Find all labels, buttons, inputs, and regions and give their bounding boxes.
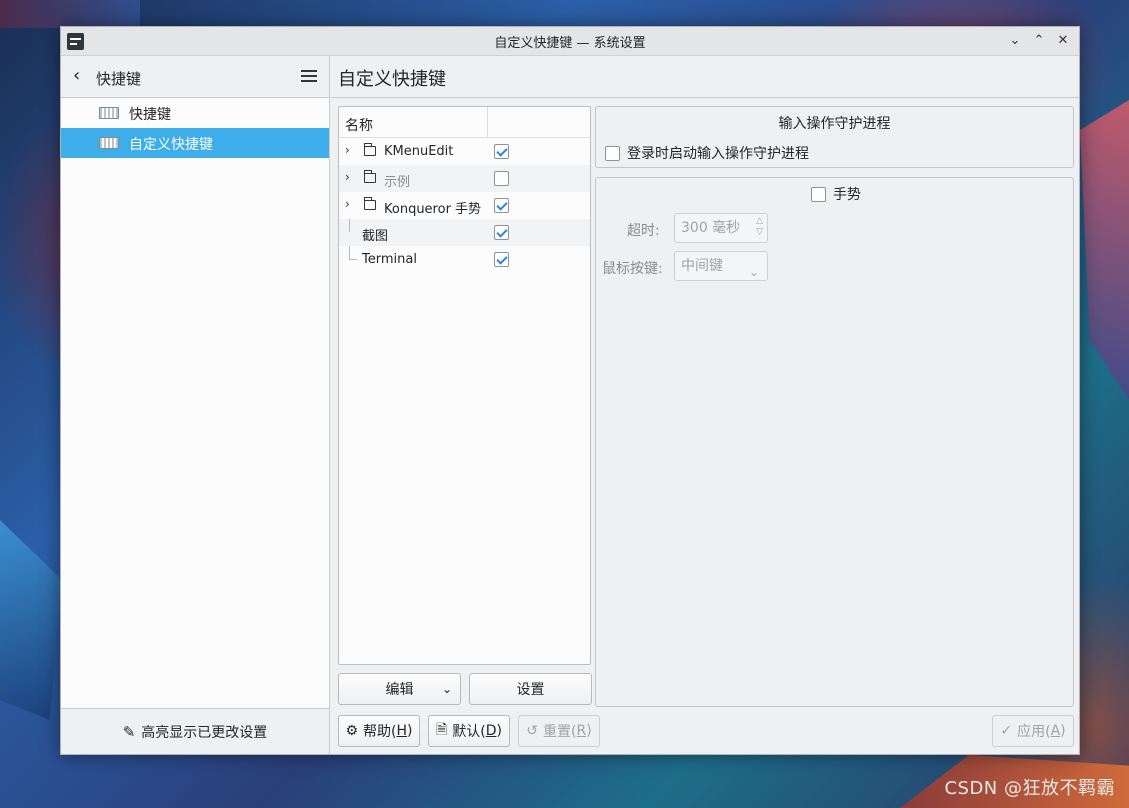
chevron-down-icon: ⌄ [441,682,452,696]
wallpaper-shape [0,520,62,720]
settings-button[interactable]: 设置 [469,673,592,705]
wallpaper-shape [1080,100,1129,400]
help-icon: ⚙ [345,723,359,739]
defaults-label: 默认( [452,724,486,740]
mouse-button-label: 鼠标按键: [602,261,663,277]
checkbox-box[interactable] [605,145,620,161]
tree-branch-line [349,246,350,259]
sidebar-item-shortcuts[interactable]: 快捷键 [61,98,329,128]
edit-button-label: 编辑 [385,682,414,698]
tree-row-kmenuedit[interactable]: › KMenuEdit [339,138,590,165]
tree-row-label: 示例 [384,175,411,190]
tree-row-label: Terminal [362,252,417,267]
input-daemon-group: 输入操作守护进程 登录时启动输入操作守护进程 [595,106,1074,168]
gestures-group: 手势 超时: 300 毫秒 △ ▽ 鼠标按键: 中间键 ⌄ [595,177,1074,707]
enable-checkbox[interactable] [494,252,509,267]
document-icon: 🗎 [436,722,448,738]
system-settings-window: 自定义快捷键 — 系统设置 ⌄ ⌃ ✕ ‹ 快捷键 快捷键 自定义快捷键 ✎ 高… [60,26,1080,755]
enable-checkbox[interactable] [494,171,509,186]
timeout-value: 300 毫秒 [681,220,741,236]
checkbox-box[interactable] [811,186,826,202]
keyboard-icon [99,107,119,119]
enable-checkbox[interactable] [494,144,509,159]
title-bar[interactable]: 自定义快捷键 — 系统设置 ⌄ ⌃ ✕ [61,27,1079,56]
timeout-spinbox[interactable]: 300 毫秒 △ ▽ [674,213,768,243]
keyboard-icon [99,137,119,149]
checkbox-label: 手势 [833,187,861,203]
tree-row-example[interactable]: › 示例 [339,165,590,192]
sidebar-title: 快捷键 [96,70,142,88]
sidebar-item-label: 自定义快捷键 [129,137,213,153]
reset-label-end: ) [586,723,592,739]
edit-dropdown-button[interactable]: 编辑 ⌄ [338,673,461,705]
enable-checkbox[interactable] [494,198,509,213]
help-label: 帮助( [363,724,397,740]
close-icon[interactable]: ✕ [1053,31,1073,51]
help-accelerator: H [396,723,408,739]
tree-row-terminal[interactable]: Terminal [339,246,590,273]
timeout-label: 超时: [627,223,660,239]
reset-button[interactable]: ↺ 重置(R) [518,715,600,747]
window-title: 自定义快捷键 — 系统设置 [494,35,646,51]
sidebar: ‹ 快捷键 快捷键 自定义快捷键 ✎ 高亮显示已更改设置 [61,56,330,754]
start-daemon-on-login-checkbox[interactable]: 登录时启动输入操作守护进程 [605,143,809,163]
chevron-right-icon[interactable]: › [345,170,350,184]
tree-row-konqueror-gestures[interactable]: › Konqueror 手势 [339,192,590,219]
back-arrow-icon[interactable]: ‹ [73,67,87,85]
mouse-button-select[interactable]: 中间键 ⌄ [674,251,768,281]
highlight-changed-button[interactable]: ✎ 高亮显示已更改设置 [61,708,329,754]
chevron-down-icon: ⌄ [748,265,759,279]
minimize-icon[interactable]: ⌄ [1005,31,1025,51]
sidebar-item-custom-shortcuts[interactable]: 自定义快捷键 [61,128,329,158]
folder-icon [363,197,376,210]
folder-icon [363,143,376,156]
apply-accelerator: A [1050,723,1061,739]
tree-row-screenshot[interactable]: 截图 [339,219,590,246]
chevron-right-icon[interactable]: › [345,143,350,157]
spin-arrows-icon[interactable]: △ ▽ [756,216,763,238]
apply-label-end: ) [1060,723,1066,739]
column-header-name[interactable]: 名称 [345,115,373,135]
pen-icon: ✎ [122,722,136,741]
enable-checkbox[interactable] [494,225,509,240]
main-content: 自定义快捷键 名称 › KMenuEdit › 示例 › Konqueror 手… [331,56,1079,754]
page-title: 自定义快捷键 [338,69,446,90]
sidebar-header: ‹ 快捷键 [61,56,329,98]
main-header: 自定义快捷键 [331,56,1079,98]
help-label-end: ) [407,723,413,739]
reset-accelerator: R [576,723,587,739]
tree-row-label: KMenuEdit [384,144,454,159]
defaults-accelerator: D [485,723,497,739]
chevron-right-icon[interactable]: › [345,197,350,211]
tree-branch-line [349,259,357,260]
highlight-changed-label: 高亮显示已更改设置 [141,724,268,741]
tree-header: 名称 [339,107,590,138]
sidebar-item-label: 快捷键 [129,107,171,123]
help-button[interactable]: ⚙ 帮助(H) [338,715,420,747]
column-divider [487,107,488,138]
tree-row-label: Konqueror 手势 [384,202,482,217]
shortcut-tree[interactable]: 名称 › KMenuEdit › 示例 › Konqueror 手势 截图 Te… [338,106,591,665]
hamburger-menu-icon[interactable] [301,70,317,82]
checkbox-label: 登录时启动输入操作守护进程 [627,146,809,162]
folder-icon [363,170,376,183]
maximize-icon[interactable]: ⌃ [1029,31,1049,51]
undo-icon: ↺ [526,723,539,739]
apply-label: 应用( [1017,724,1051,740]
watermark: CSDN @狂放不羁霸 [944,778,1115,799]
apply-button[interactable]: ✓ 应用(A) [992,715,1074,747]
mouse-button-value: 中间键 [681,258,723,274]
checkmark-icon: ✓ [1000,723,1013,739]
defaults-button[interactable]: 🗎 默认(D) [428,715,510,747]
gestures-checkbox[interactable]: 手势 [811,184,861,204]
settings-button-label: 设置 [516,682,545,698]
wallpaper-shape [0,0,140,28]
tree-row-label: 截图 [362,229,389,244]
reset-label: 重置( [543,724,577,740]
defaults-label-end: ) [496,723,502,739]
tree-branch-line [349,219,350,232]
group-title: 输入操作守护进程 [778,116,891,132]
